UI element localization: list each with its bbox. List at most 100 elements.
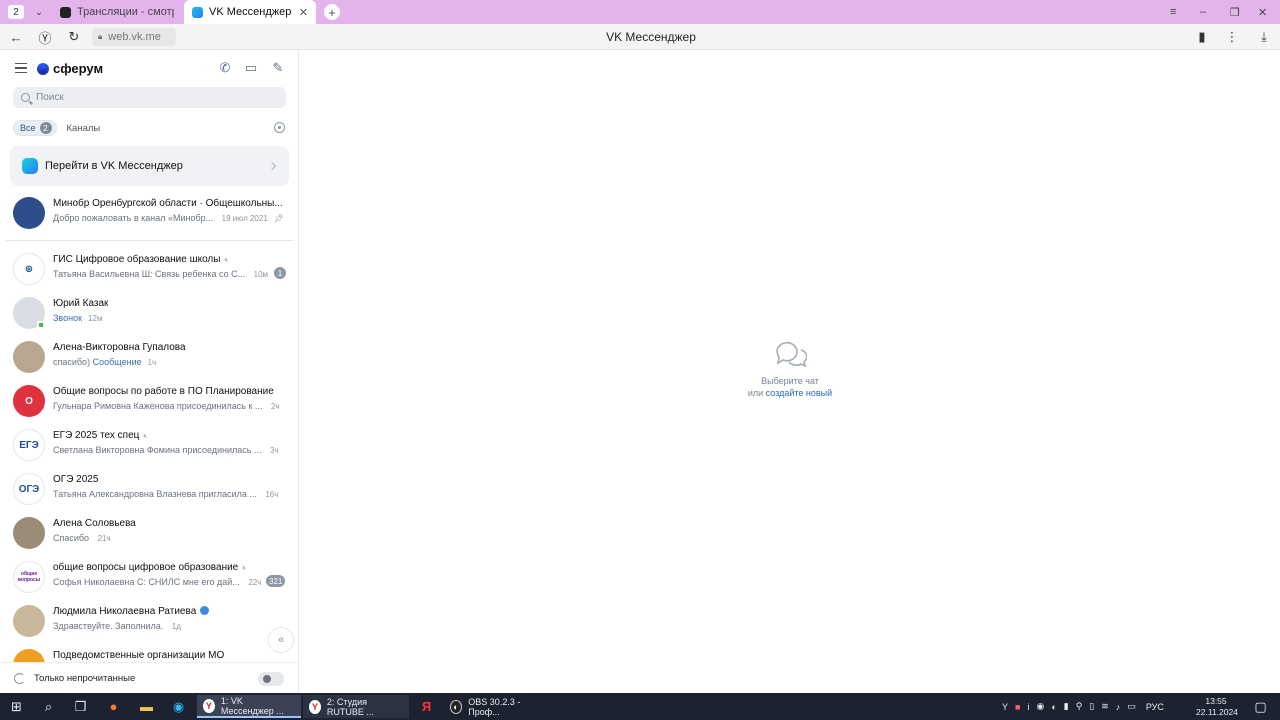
language-indicator[interactable]: РУС [1146, 702, 1164, 712]
chat-preview: Спасибо 21ч [53, 533, 111, 543]
yandex-tray-icon[interactable]: Y [1002, 702, 1008, 712]
chat-time: 1ч [147, 358, 157, 367]
compose-icon[interactable]: ✎ [271, 61, 285, 75]
chat-name: ГИС Цифровое образование школы 🔇︎ [53, 254, 229, 265]
chat-name-text: Алена Соловьева [53, 518, 136, 529]
hamburger-menu-icon[interactable] [15, 63, 27, 73]
chat-preview: Татьяна Александровна Влазнева пригласил… [53, 489, 278, 499]
avatar [13, 605, 45, 637]
unread-only-toggle[interactable] [258, 672, 284, 686]
refresh-icon [14, 672, 25, 684]
chat-time: 19 июл 2021 [221, 214, 268, 223]
vk-messenger-icon [22, 158, 38, 174]
tab-counter[interactable]: 2 [8, 5, 24, 19]
filter-all[interactable]: Все 2 [13, 120, 57, 136]
chevron-down-icon[interactable]: ⌄ [32, 7, 46, 18]
chat-preview: Добро пожаловать в канал «Минобр... 19 и… [53, 213, 284, 223]
collapse-sidebar-button[interactable]: « [268, 627, 294, 653]
edge-icon[interactable]: ◉ [170, 698, 187, 715]
chat-time: 3ч [270, 446, 279, 455]
recording-tray-icon[interactable]: ■ [1015, 702, 1020, 712]
info-tray-icon[interactable]: i [1027, 702, 1029, 712]
bookmark-icon[interactable]: ▮ [1194, 29, 1210, 45]
chat-preview-type: Сообщение [92, 357, 142, 367]
tab-title: VK Мессенджер [209, 6, 292, 18]
chat-preview-text: Софья Николаевна С: СНИЛС мне его дай... [53, 577, 240, 587]
network-tray-icon[interactable]: ⚲ [1076, 701, 1083, 712]
minimize-icon[interactable]: ‒ [1200, 0, 1206, 24]
chat-preview: Татьяна Васильевна Ш: Связь ребенка со С… [53, 269, 268, 279]
browser-tab-vk[interactable]: VK Мессенджер ✕ [184, 0, 316, 24]
filter-all-label: Все [20, 123, 36, 133]
avatar [13, 341, 45, 373]
taskbar-app-label: OBS 30.2.3 - Проф... [468, 696, 521, 717]
sferum-logo-icon [37, 62, 49, 75]
chat-name-text: Подведомственные организации МО [53, 650, 225, 661]
chat-list-item[interactable]: общие вопросы общие вопросы цифровое обра… [0, 561, 298, 605]
chat-name: Юрий Казак [53, 298, 108, 309]
download-icon[interactable]: ⤓ [1256, 29, 1272, 45]
archive-icon[interactable]: ▭ [244, 61, 258, 75]
display-tray-icon[interactable]: ▭ [1127, 701, 1136, 712]
system-tray: Y ■ i ◉ ◐ ▮ ⚲ ▯ ≋ ♪ ▭ РУС [1002, 693, 1164, 720]
menu-icon[interactable]: ≡ [1170, 0, 1176, 24]
filter-channels[interactable]: Каналы [67, 123, 101, 134]
settings-gear-icon[interactable] [274, 122, 285, 133]
obs-tray-icon[interactable]: ◐ [1051, 702, 1056, 712]
brand-logo[interactable]: сферум [37, 61, 103, 76]
chat-list-item[interactable]: ОГЭ ОГЭ 2025 Татьяна Александровна Влазнев… [0, 473, 298, 517]
chat-list-item[interactable]: Алена-Викторовна Гупалова спасибо) Сообще… [0, 341, 298, 385]
browser-tab-rutube[interactable]: Трансляции - смотреть в [52, 0, 182, 24]
chat-name-text: Алена-Викторовна Гупалова [53, 342, 186, 353]
chat-preview-text: Светлана Викторовна Фомина присоединилас… [53, 445, 262, 455]
chat-list-item[interactable]: Людмила Николаевна Ратиева Здравствуйте. … [0, 605, 298, 649]
vpn-tray-icon[interactable]: ◉ [1036, 701, 1044, 712]
yandex-icon[interactable]: Я [418, 698, 435, 715]
chat-list-item[interactable]: Алена Соловьева Спасибо 21ч [0, 517, 298, 561]
windows-start-icon[interactable]: ⊞ [8, 698, 25, 715]
promo-label: Перейти в VK Мессенджер [45, 160, 183, 172]
chat-list-item[interactable]: О Общие вопросы по работе в ПО Планирован… [0, 385, 298, 429]
chat-list-item[interactable]: Минобр Оренбургской области · Общешкольн… [0, 197, 298, 241]
chat-list-item[interactable]: ЕГЭ ЕГЭ 2025 тех спец 🔇︎ Светлана Викторовн… [0, 429, 298, 473]
microphone-tray-icon[interactable]: ▮ [1064, 701, 1069, 712]
battery-tray-icon[interactable]: ▯ [1089, 701, 1094, 712]
more-icon[interactable]: ⋮ [1224, 29, 1240, 45]
unread-only-label: Только непрочитанные [34, 672, 136, 684]
chat-name: Общие вопросы по работе в ПО Планировани… [53, 386, 274, 397]
firefox-icon[interactable]: ● [105, 698, 122, 715]
vk-messenger-promo[interactable]: Перейти в VK Мессенджер [10, 146, 289, 186]
taskbar-app-vk[interactable]: Y 1: VK Мессенджер ... [197, 695, 301, 718]
search-input[interactable] [36, 92, 276, 103]
close-icon[interactable]: ✕ [299, 6, 308, 19]
clock-date: 22.11.2024 [1196, 707, 1238, 717]
notifications-icon[interactable]: ▢ [1252, 698, 1269, 715]
chat-preview: Светлана Викторовна Фомина присоединилас… [53, 445, 279, 455]
chat-preview-text: Добро пожаловать в канал «Минобр... [53, 213, 214, 223]
chat-sidebar: сферум ✆ ▭ ✎ Все 2 Каналы Перейти в VK М… [0, 50, 299, 693]
chat-preview-text: Татьяна Александровна Влазнева пригласил… [53, 489, 257, 499]
search-box [13, 87, 286, 108]
clock[interactable]: 13:55 22.11.2024 [1196, 696, 1238, 718]
task-view-icon[interactable]: ❒ [72, 698, 89, 715]
file-explorer-icon[interactable]: ▬ [138, 698, 155, 715]
unread-badge: 321 [266, 575, 286, 587]
taskbar-app-obs[interactable]: ◐ OBS 30.2.3 - Проф... [444, 695, 548, 718]
volume-tray-icon[interactable]: ♪ [1116, 702, 1121, 712]
chat-name-text: ОГЭ 2025 [53, 474, 99, 485]
chat-list-item[interactable]: Юрий Казак Звонок 12м [0, 297, 298, 341]
chat-name: Алена-Викторовна Гупалова [53, 342, 186, 353]
filter-all-count: 2 [39, 122, 52, 134]
chat-list-item[interactable]: ⊕ ГИС Цифровое образование школы 🔇︎ Татьяна… [0, 253, 298, 297]
wifi-tray-icon[interactable]: ≋ [1101, 701, 1109, 712]
windows-taskbar: ⊞ ⌕ ❒ ● ▬ ◉ Y 1: VK Мессенджер ... Y 2: … [0, 693, 1280, 720]
phone-icon[interactable]: ✆ [218, 61, 232, 75]
restore-icon[interactable]: ❐ [1230, 0, 1240, 24]
taskbar-app-rutube[interactable]: Y 2: Студия RUTUBE ... [303, 695, 409, 718]
new-tab-button[interactable]: + [324, 4, 340, 20]
close-window-icon[interactable]: ✕ [1258, 0, 1267, 24]
chat-preview: Гульнара Римовна Каженова присоединилась… [53, 401, 280, 411]
create-new-chat-link[interactable]: создайте новый [766, 388, 833, 398]
search-icon[interactable]: ⌕ [40, 698, 57, 715]
avatar: ЕГЭ [13, 429, 45, 461]
